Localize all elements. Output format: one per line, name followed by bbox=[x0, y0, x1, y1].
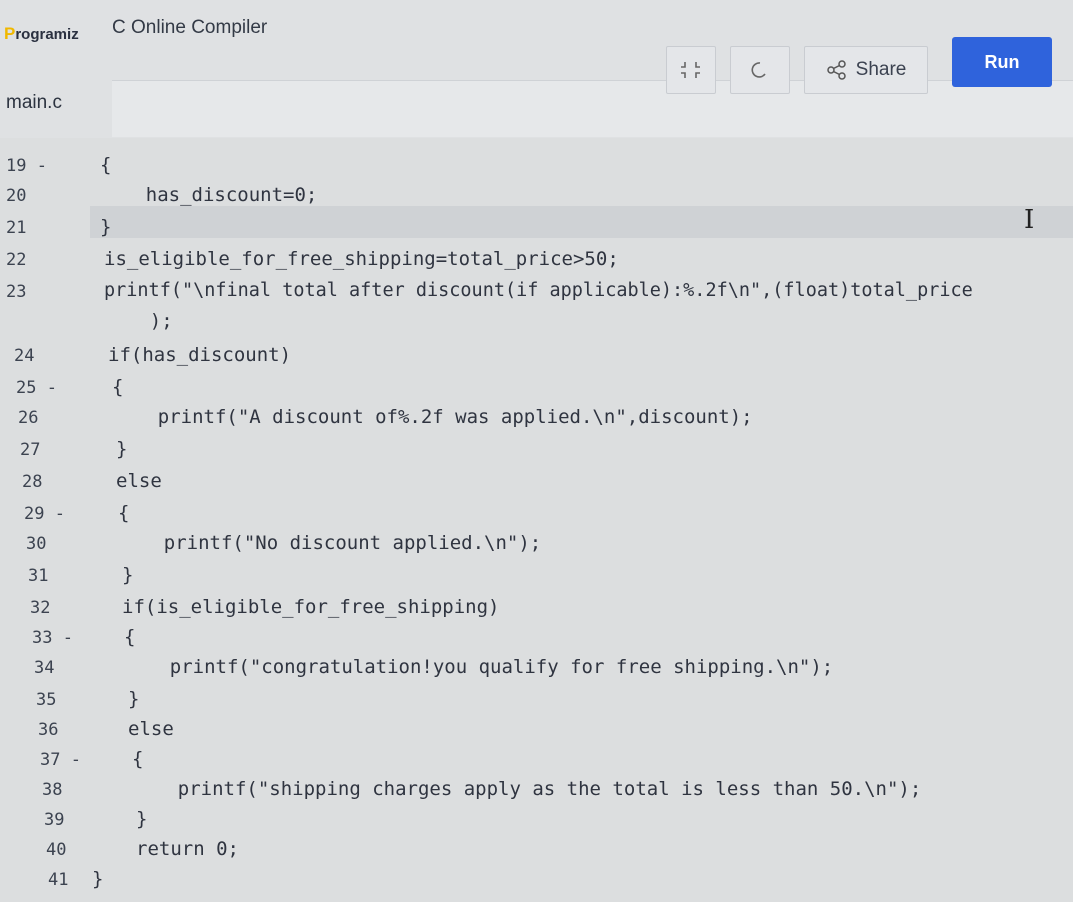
code-text[interactable]: if(has_discount) bbox=[108, 344, 291, 366]
code-text[interactable]: { bbox=[118, 502, 129, 524]
code-text[interactable]: { bbox=[124, 626, 135, 648]
file-tab[interactable] bbox=[0, 40, 110, 136]
line-number: 25 - bbox=[16, 378, 57, 398]
code-text[interactable]: } bbox=[122, 564, 133, 586]
line-number: 32 bbox=[30, 598, 51, 618]
code-editor[interactable]: 19 - {20 has_discount=0; 21} 22 is_eligible_… bbox=[0, 138, 1073, 902]
code-text[interactable]: else bbox=[116, 470, 162, 492]
line-number: 22 bbox=[6, 250, 27, 270]
code-text[interactable]: } bbox=[136, 808, 147, 830]
line-number: 40 bbox=[46, 840, 67, 860]
code-text[interactable]: } bbox=[116, 438, 127, 460]
code-text[interactable]: } bbox=[92, 868, 103, 890]
run-button[interactable]: Run bbox=[952, 37, 1052, 87]
code-text[interactable]: is_eligible_for_free_shipping=total_pric… bbox=[104, 248, 619, 270]
code-text[interactable]: printf("congratulation!you qualify for f… bbox=[124, 656, 833, 678]
line-number: 23 bbox=[6, 282, 27, 302]
code-text[interactable]: } bbox=[128, 688, 139, 710]
line-number: 39 bbox=[44, 810, 65, 830]
code-text[interactable]: else bbox=[128, 718, 174, 740]
code-text[interactable]: } bbox=[100, 216, 111, 238]
line-number: 30 bbox=[26, 534, 47, 554]
fullscreen-icon bbox=[681, 62, 700, 78]
line-number: 38 bbox=[42, 780, 63, 800]
line-number: 29 - bbox=[24, 504, 65, 524]
code-text[interactable]: ); bbox=[104, 310, 173, 332]
share-label: Share bbox=[855, 59, 907, 80]
code-text[interactable]: has_discount=0; bbox=[100, 184, 318, 206]
share-icon bbox=[826, 60, 846, 80]
code-text[interactable]: { bbox=[112, 376, 123, 398]
line-number: 27 bbox=[20, 440, 41, 460]
line-number: 35 bbox=[36, 690, 57, 710]
line-number: 34 bbox=[34, 658, 55, 678]
line-number: 26 bbox=[18, 408, 39, 428]
top-bar: Programiz C Online Compiler bbox=[0, 0, 1073, 48]
code-text[interactable]: printf("A discount of%.2f was applied.\n… bbox=[112, 406, 753, 428]
line-number: 21 bbox=[6, 218, 27, 238]
code-text[interactable]: if(is_eligible_for_free_shipping) bbox=[122, 596, 500, 618]
code-text[interactable]: return 0; bbox=[136, 838, 239, 860]
theme-toggle-icon bbox=[751, 62, 766, 78]
file-name[interactable]: main.c bbox=[6, 92, 62, 114]
code-text[interactable]: { bbox=[100, 154, 111, 176]
code-text[interactable]: printf("shipping charges apply as the to… bbox=[132, 778, 922, 800]
share-button[interactable]: Share bbox=[804, 46, 928, 94]
fullscreen-button[interactable] bbox=[666, 46, 716, 94]
line-number: 37 - bbox=[40, 750, 81, 770]
line-number: 24 bbox=[14, 346, 35, 366]
app-title: C Online Compiler bbox=[112, 17, 268, 38]
line-number: 20 bbox=[6, 186, 27, 206]
line-number: 28 bbox=[22, 472, 43, 492]
code-text[interactable]: printf("\nfinal total after discount(if … bbox=[104, 280, 973, 301]
theme-toggle-button[interactable] bbox=[730, 46, 790, 94]
line-number: 41 bbox=[48, 870, 69, 890]
code-text[interactable]: printf("No discount applied.\n"); bbox=[118, 532, 542, 554]
line-number: 36 bbox=[38, 720, 59, 740]
editor-header bbox=[112, 80, 1073, 137]
active-line-highlight bbox=[90, 206, 1073, 238]
code-text[interactable]: { bbox=[132, 748, 143, 770]
line-number: 33 - bbox=[32, 628, 73, 648]
line-number: 31 bbox=[28, 566, 49, 586]
text-cursor-icon: I bbox=[1024, 205, 1035, 235]
line-number: 19 - bbox=[6, 156, 47, 176]
